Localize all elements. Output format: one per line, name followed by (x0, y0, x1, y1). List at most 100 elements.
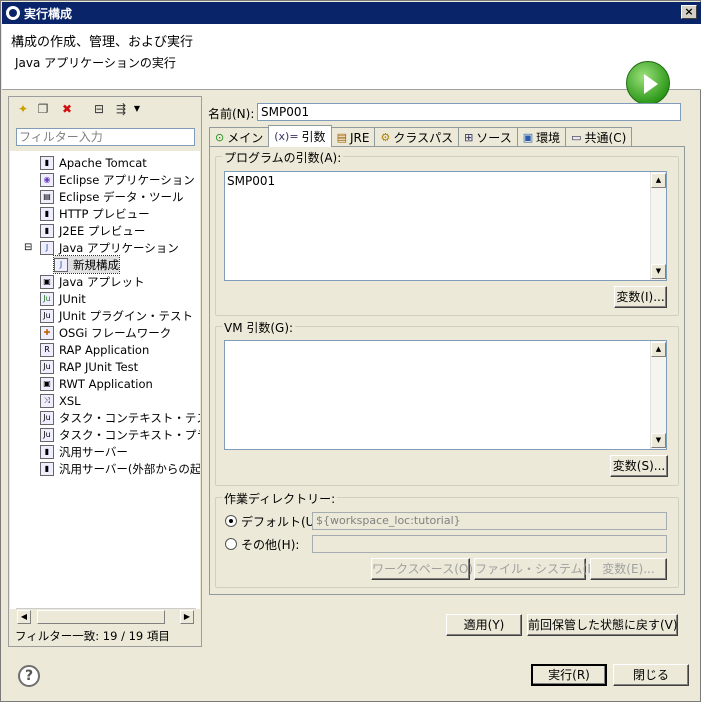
tree-item-label: Eclipse データ・ツール (59, 189, 184, 204)
tree-item-label: RAP Application (59, 342, 150, 357)
chevron-down-icon[interactable]: ▼ (132, 101, 142, 117)
horizontal-scrollbar[interactable]: ◀ ▶ (16, 608, 196, 625)
rwt-icon: ▣ (40, 376, 54, 391)
environment-icon: ▣ (522, 131, 534, 144)
scroll-up-icon[interactable]: ▲ (651, 342, 666, 357)
tree-item-selected[interactable]: J 新規構成 (53, 255, 120, 274)
tab-jre-label: JRE (349, 130, 370, 145)
tree-item[interactable]: ◉ Eclipse アプリケーション (40, 171, 195, 188)
tree-item-label: RWT Application (59, 376, 153, 391)
scroll-down-icon[interactable]: ▼ (651, 433, 666, 448)
tab-arguments[interactable]: (x)= 引数 (268, 125, 332, 147)
vm-arguments-textarea[interactable]: ▲ ▼ (224, 340, 667, 450)
tab-jre[interactable]: ▤ JRE (330, 127, 376, 147)
tree-item-label: 汎用サーバー (59, 444, 128, 459)
duplicate-icon[interactable]: ❐ (35, 101, 51, 117)
apply-button[interactable]: 適用(Y) (446, 614, 522, 636)
tab-main[interactable]: ⊙ メイン (209, 127, 270, 147)
tree-item[interactable]: ▣ RWT Application (40, 375, 153, 392)
tree-item[interactable]: ⊟ J Java アプリケーション (24, 239, 179, 256)
tree-item-label: Eclipse アプリケーション (59, 172, 195, 187)
database-icon: ▤ (40, 189, 54, 204)
tree-item[interactable]: ▣ Java アプレット (40, 273, 144, 290)
help-icon[interactable]: ? (18, 665, 40, 687)
tab-classpath-label: クラスパス (393, 131, 454, 145)
vm-variables-button[interactable]: 変数(S)... (610, 455, 668, 477)
server-icon: ▮ (40, 444, 54, 459)
tree-item-label: OSGi フレームワーク (59, 325, 172, 340)
workdir-variables-button[interactable]: 変数(E)... (590, 558, 667, 580)
tab-main-label: メイン (227, 131, 264, 145)
tree-item-label: Java アプレット (59, 274, 145, 289)
junit-icon: Ju (40, 291, 54, 306)
scroll-thumb[interactable] (37, 610, 165, 624)
workspace-button[interactable]: ワークスペース(O)... (371, 558, 484, 580)
tree-item[interactable]: ▤ Eclipse データ・ツール (40, 188, 184, 205)
tab-environment[interactable]: ▣ 環境 (516, 127, 567, 147)
tree-item[interactable]: R RAP Application (40, 341, 149, 358)
close-window-button[interactable]: × (681, 5, 697, 19)
tree-item[interactable]: Ju タスク・コンテキスト・テスト (40, 409, 200, 426)
filter-input[interactable]: フィルター入力 (16, 128, 195, 146)
task-test-icon: Ju (40, 410, 54, 425)
tree-item[interactable]: Ju JUnit (40, 290, 86, 307)
server-icon: ▮ (40, 461, 54, 476)
close-button[interactable]: 閉じる (613, 664, 689, 686)
tree-item[interactable]: ▮ 汎用サーバー (40, 443, 128, 460)
default-directory-field: ${workspace_loc:tutorial} (312, 512, 667, 530)
delete-icon[interactable]: ✖ (59, 101, 75, 117)
tree-item[interactable]: Ju RAP JUnit Test (40, 358, 138, 375)
tab-common[interactable]: ▭ 共通(C) (565, 127, 633, 147)
run-configurations-dialog: 実行構成 × 構成の作成、管理、および実行 Java アプリケーションの実行 ✦… (0, 0, 701, 702)
filter-status: フィルター一致: 19 / 19 項目 (15, 629, 170, 643)
name-input[interactable]: SMP001 (257, 103, 681, 121)
rap-icon: R (40, 342, 54, 357)
vm-arguments-scrollbar[interactable]: ▲ ▼ (650, 341, 666, 449)
other-radio[interactable] (225, 538, 237, 550)
tree-item[interactable]: ▮ Apache Tomcat (40, 154, 147, 171)
tree-item[interactable]: ▮ 汎用サーバー(外部からの起動 (40, 460, 200, 477)
tree-item-label: RAP JUnit Test (59, 359, 139, 374)
collapse-toggle-icon[interactable]: ⊟ (24, 242, 32, 253)
configuration-editor: 名前(N): SMP001 ⊙ メイン (x)= 引数 ▤ JRE ⚙ クラスパス ⊞ ソ… (203, 96, 696, 647)
tree-item-label: 汎用サーバー(外部からの起動 (59, 461, 200, 476)
program-variables-button[interactable]: 変数(I)... (614, 286, 667, 308)
vm-arguments-group: VM 引数(G): ▲ ▼ 変数(S)... (215, 319, 679, 486)
tab-source[interactable]: ⊞ ソース (458, 127, 518, 147)
collapse-all-icon[interactable]: ⊟ (91, 101, 107, 117)
program-arguments-scrollbar[interactable]: ▲ ▼ (650, 172, 666, 280)
tree-item[interactable]: ✚ OSGi フレームワーク (40, 324, 171, 341)
tab-common-label: 共通(C) (584, 131, 627, 145)
tree-item[interactable]: ⤨ XSL (40, 392, 81, 409)
task-plugin-icon: Ju (40, 427, 54, 442)
header-subtitle: Java アプリケーションの実行 (15, 56, 176, 70)
tree-item[interactable]: Ju タスク・コンテキスト・プラグイン・ (40, 426, 200, 443)
revert-button[interactable]: 前回保管した状態に戻す(V) (527, 614, 678, 636)
scroll-left-icon[interactable]: ◀ (17, 610, 31, 624)
other-directory-field[interactable] (312, 535, 667, 553)
eclipse-icon: ◉ (40, 172, 54, 187)
scroll-down-icon[interactable]: ▼ (651, 264, 666, 279)
default-radio[interactable] (225, 515, 237, 527)
working-directory-group: 作業ディレクトリー: デフォルト(U): ${workspace_loc:tut… (215, 490, 679, 588)
working-directory-label: 作業ディレクトリー: (222, 490, 338, 507)
run-button[interactable]: 実行(R) (531, 664, 607, 686)
program-arguments-group: プログラムの引数(A): SMP001 ▲ ▼ 変数(I)... (215, 149, 679, 316)
name-label: 名前(N): (208, 107, 255, 121)
program-arguments-textarea[interactable]: SMP001 ▲ ▼ (224, 171, 667, 281)
tree-item[interactable]: ▮ HTTP プレビュー (40, 205, 150, 222)
new-config-icon[interactable]: ✦ (15, 101, 31, 117)
tree-item[interactable]: ▮ J2EE プレビュー (40, 222, 145, 239)
tree-item-label: JUnit プラグイン・テスト (59, 308, 193, 323)
file-system-button[interactable]: ファイル・システム(F)... (474, 558, 610, 580)
scroll-up-icon[interactable]: ▲ (651, 173, 666, 188)
tree-item[interactable]: Ju JUnit プラグイン・テスト (40, 307, 193, 324)
scroll-right-icon[interactable]: ▶ (180, 610, 194, 624)
tab-classpath[interactable]: ⚙ クラスパス (374, 127, 460, 147)
tree-item-label: J2EE プレビュー (59, 223, 146, 238)
main-icon: ⊙ (215, 131, 225, 144)
configuration-list-panel: ✦ ❐ ✖ ⊟ ⇶ ▼ フィルター入力 ▮ Apache Tomcat ◉ Eclip… (8, 96, 202, 647)
other-label: その他(H): (241, 538, 300, 552)
tree-item-label: Apache Tomcat (59, 155, 147, 170)
filter-icon[interactable]: ⇶ (113, 101, 129, 117)
